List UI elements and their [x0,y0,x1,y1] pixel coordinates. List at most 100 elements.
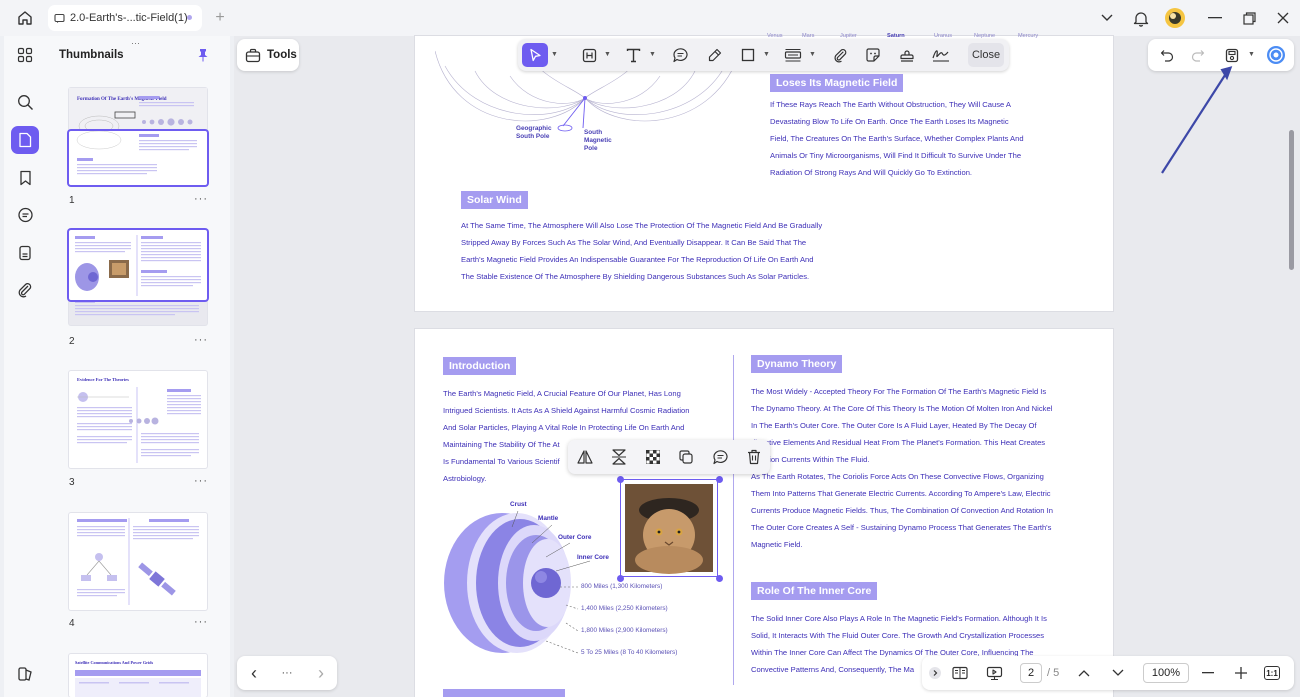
ai-assistant-icon[interactable] [1263,43,1289,67]
comment-icon[interactable] [708,445,732,469]
text-box-caret-icon[interactable]: ▼ [604,51,611,58]
thumbnail-1-number: 1 [69,195,75,206]
distance-crust: 5 To 25 Miles (8 To 40 Kilometers) [581,649,678,656]
page-layout-icon[interactable] [949,663,971,683]
flip-horizontal-icon[interactable] [573,445,597,469]
thumbnail-page-4[interactable] [69,513,207,610]
magnetic-pole-label: South Magnetic Pole [584,129,612,152]
thumbnail-page-3[interactable]: Evidence For The Theories [69,371,207,468]
left-rail [4,36,46,697]
selected-image[interactable] [617,476,723,582]
new-tab-button[interactable]: + [205,3,235,33]
tools-button[interactable]: Tools [237,39,299,71]
grid-icon[interactable] [11,41,39,69]
thumbnail-page-5[interactable]: Satellite Communications And Power Grids [69,654,207,697]
layers-icon[interactable] [11,660,39,688]
attachment-panel-icon[interactable] [11,239,39,267]
flip-vertical-icon[interactable] [607,445,631,469]
attach-tool-icon[interactable] [827,43,853,67]
sticker-tool-icon[interactable] [860,43,886,67]
solar-wind-paragraph: At The Same Time, The Atmosphere Will Al… [461,221,823,281]
outer-core-label: Outer Core [558,534,592,541]
column-divider [733,355,734,685]
thumbnail-3-more-button[interactable]: ··· [194,475,208,487]
crust-label: Crust [510,501,527,508]
resize-handle-bottom-left[interactable] [617,575,624,582]
title-bar: 2.0-Earth's-...tic-Field(1) + [0,0,1300,36]
select-tool-icon[interactable] [522,43,548,67]
copy-icon[interactable] [674,445,698,469]
text-box-tool-icon[interactable] [576,43,602,67]
select-tool-caret-icon[interactable]: ▼ [551,51,558,58]
tools-label: Tools [267,49,297,61]
unsaved-dot [187,15,192,20]
comments-icon[interactable] [11,201,39,229]
scroll-down-icon[interactable] [1107,663,1129,683]
next-page-button[interactable]: › [310,663,332,683]
previous-page-button[interactable]: ‹ [243,663,265,683]
thumbnail-3-number: 3 [69,477,75,488]
next-section-heading [443,689,565,697]
resize-handle-top-right[interactable] [716,476,723,483]
save-caret-icon[interactable]: ▼ [1248,51,1255,58]
section-heading-inner-core: Role Of The Inner Core [751,582,878,600]
stamp-tool-icon[interactable] [894,43,920,67]
page-nav-controls: ‹ ··· › [237,656,337,690]
thumbnail-3-heading: Evidence For The Theories [77,377,129,382]
stamp-bar-caret-icon[interactable]: ▼ [809,51,816,58]
section-heading-introduction: Introduction [443,357,517,375]
collapse-bar-icon[interactable] [924,663,946,683]
actual-size-button[interactable]: 1:1 [1264,666,1280,680]
bookmark-icon[interactable] [11,164,39,192]
thumbnail-5-heading: Satellite Communications And Power Grids [75,660,153,665]
thumbnail-selection-frame [69,131,207,185]
signature-tool-icon[interactable] [928,43,954,67]
presentation-icon[interactable] [983,663,1005,683]
close-window-icon[interactable] [1268,3,1298,33]
vertical-scrollbar[interactable] [1289,130,1294,270]
distance-mantle: 1,800 Miles (2,900 Kilometers) [581,627,668,634]
highlighter-tool-icon[interactable] [701,43,727,67]
section-heading-solar-wind: Solar Wind [461,191,528,209]
page-number-input[interactable]: 2 [1020,663,1042,683]
cat-photo [625,484,713,574]
thumbnail-4-more-button[interactable]: ··· [194,616,208,628]
toolbox-icon [245,48,261,63]
trash-icon[interactable] [742,445,766,469]
comment-tool-icon[interactable] [667,43,693,67]
pin-icon[interactable] [197,48,209,62]
distance-inner-core: 800 Miles (1,300 Kilometers) [581,583,663,590]
close-toolbar-button[interactable]: Close [968,43,1004,67]
restore-icon[interactable] [1234,3,1264,33]
text-tool-icon[interactable] [620,43,646,67]
document-tab[interactable]: 2.0-Earth's-...tic-Field(1) [48,5,202,31]
zoom-out-icon[interactable] [1197,663,1219,683]
shape-tool-icon[interactable] [735,43,761,67]
planet-label-mercury: Mercury [1018,33,1039,39]
avatar[interactable] [1160,3,1190,33]
mantle-label: Mantle [538,515,559,522]
scroll-up-icon[interactable] [1073,663,1095,683]
zoom-in-icon[interactable] [1230,663,1252,683]
home-icon[interactable] [10,3,40,33]
document-tab-icon [54,13,65,24]
minimize-icon[interactable] [1200,3,1230,33]
text-tool-caret-icon[interactable]: ▼ [649,51,656,58]
geographic-pole-label: Geographic South Pole [516,125,552,140]
nav-more-button[interactable]: ··· [276,663,298,683]
zoom-level-input[interactable]: 100% [1143,663,1189,683]
shape-tool-caret-icon[interactable]: ▼ [763,51,770,58]
paperclip-icon[interactable] [11,276,39,304]
transparency-icon[interactable] [641,445,665,469]
thumbnail-2-more-button[interactable]: ··· [194,334,208,346]
resize-handle-top-left[interactable] [617,476,624,483]
thumbnail-1-more-button[interactable]: ··· [194,193,208,205]
resize-handle[interactable]: ⋯ [131,38,141,49]
thumbnails-icon[interactable] [11,126,39,154]
section-heading-dynamo-theory: Dynamo Theory [751,355,843,373]
stamp-bar-tool-icon[interactable] [780,43,806,67]
resize-handle-bottom-right[interactable] [716,575,723,582]
search-icon[interactable] [11,88,39,116]
chevron-down-icon[interactable] [1092,3,1122,33]
bell-icon[interactable] [1126,3,1156,33]
